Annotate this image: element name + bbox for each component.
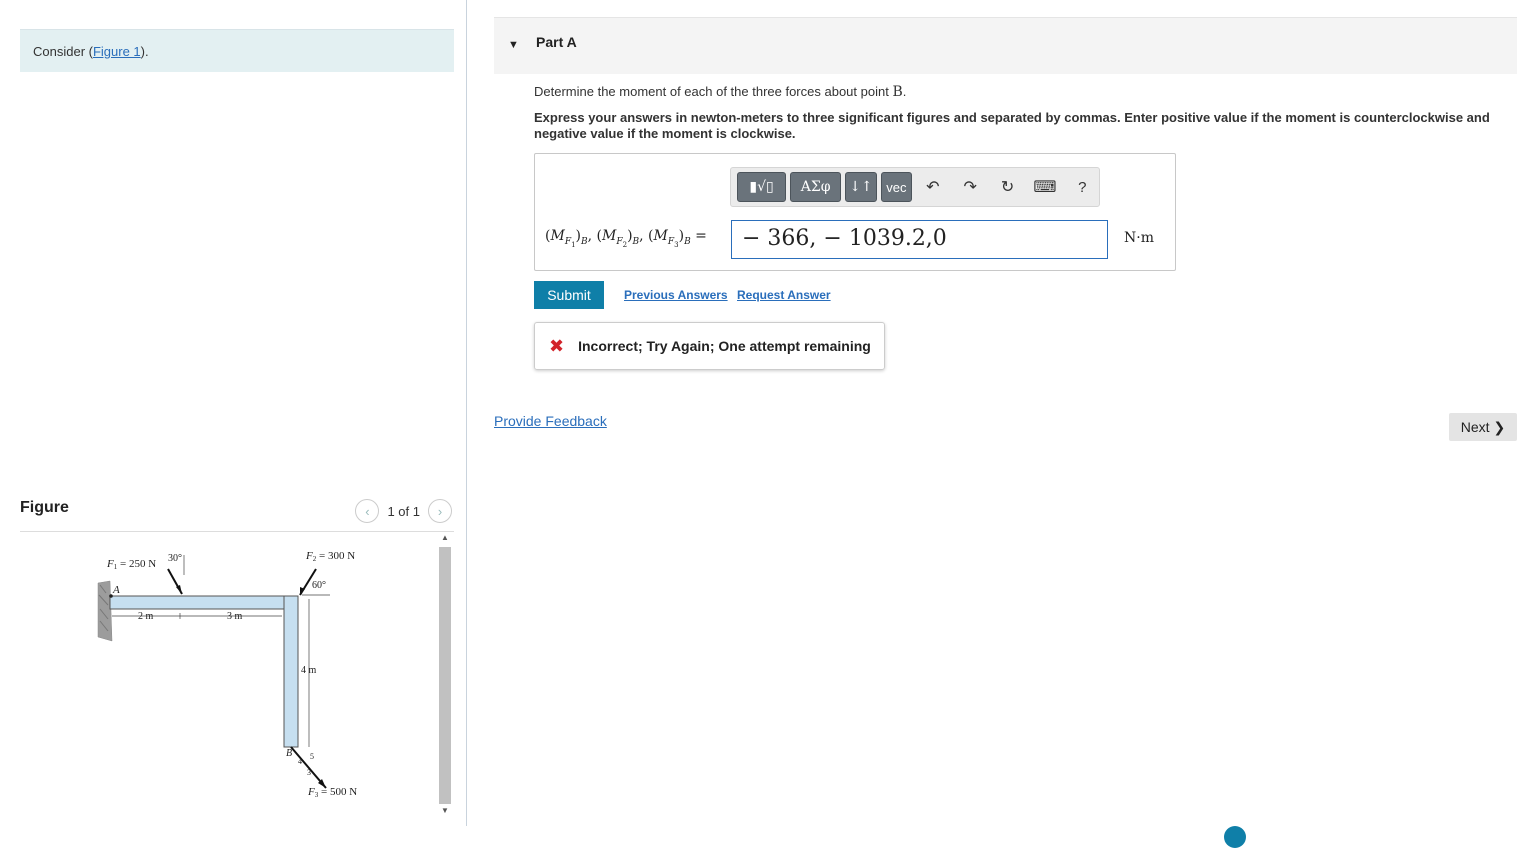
arrows-icon: ↓↑ xyxy=(849,179,873,195)
slope-5: 5 xyxy=(310,752,314,761)
slope-3: 3 xyxy=(307,768,311,777)
keyboard-icon[interactable]: ⌨ xyxy=(1028,172,1061,202)
question-instructions: Express your answers in newton-meters to… xyxy=(534,110,1490,141)
chevron-right-icon: › xyxy=(437,503,443,519)
feedback-text: Incorrect; Try Again; One attempt remain… xyxy=(578,338,871,354)
prev-figure-button[interactable]: ‹ xyxy=(355,499,380,523)
f2-label: F2 = 300 N xyxy=(305,550,355,563)
arrows-button[interactable]: ↓↑ xyxy=(845,172,877,202)
error-x-icon: ✖ xyxy=(549,335,565,356)
math-toolbar: ▮√▯ ΑΣφ ↓↑ vec ↶ ↷ ↻ ⌨ ? xyxy=(730,167,1100,207)
vertical-member xyxy=(283,595,299,748)
question-line1: Determine the moment of each of the thre… xyxy=(534,84,893,99)
figure-header: Figure ‹ 1 of 1 › xyxy=(20,497,454,532)
left-pane: Consider (Figure 1). Figure ‹ 1 of 1 › A… xyxy=(0,0,467,826)
scroll-up-icon[interactable]: ▲ xyxy=(439,533,451,545)
pearson-logo-icon xyxy=(1224,826,1246,848)
part-header[interactable]: ▼ Part A xyxy=(494,17,1517,74)
horizontal-member xyxy=(109,595,299,610)
question-point: B xyxy=(892,84,903,100)
f1-angle: 30° xyxy=(168,553,182,564)
figure-image: A B F1 = 250 N 30° F2 = 300 N 60° F3 = 5… xyxy=(20,533,454,823)
figure-link[interactable]: Figure 1 xyxy=(93,44,141,59)
scroll-down-icon[interactable]: ▼ xyxy=(439,806,451,818)
redo-icon[interactable]: ↷ xyxy=(953,172,986,202)
consider-box: Consider (Figure 1). xyxy=(20,29,454,72)
f1-label: F1 = 250 N xyxy=(106,558,156,571)
chevron-right-icon: ❯ xyxy=(1493,418,1506,435)
scroll-thumb[interactable] xyxy=(439,547,451,804)
question-text: Determine the moment of each of the thre… xyxy=(534,84,1514,142)
request-answer-link[interactable]: Request Answer xyxy=(737,288,831,302)
figure-title: Figure xyxy=(20,499,69,516)
templates-icon: ▮√▯ xyxy=(749,179,774,195)
chevron-left-icon: ‹ xyxy=(365,503,370,519)
answer-input[interactable]: − 366, − 1039.2,0 xyxy=(731,220,1108,259)
undo-icon[interactable]: ↶ xyxy=(916,172,949,202)
part-title: Part A xyxy=(536,34,577,50)
greek-icon: ΑΣφ xyxy=(800,179,831,195)
f3-label: F3 = 500 N xyxy=(307,786,357,799)
right-pane: ▼ Part A Determine the moment of each of… xyxy=(494,0,1524,848)
reset-icon[interactable]: ↻ xyxy=(991,172,1024,202)
vec-label: vec xyxy=(886,179,907,195)
consider-prefix: Consider ( xyxy=(33,44,93,59)
collapse-caret-icon[interactable]: ▼ xyxy=(508,39,519,51)
consider-suffix: ). xyxy=(140,44,149,59)
frame-diagram: A B F1 = 250 N 30° F2 = 300 N 60° F3 = 5… xyxy=(97,550,357,799)
unit-label: N·m xyxy=(1124,230,1154,246)
point-b-label: B xyxy=(286,748,292,759)
feedback-message: ✖ Incorrect; Try Again; One attempt rema… xyxy=(534,322,885,370)
next-label: Next xyxy=(1460,419,1490,435)
dim-2m: 2 m xyxy=(138,611,154,622)
figure-scrollbar[interactable]: ▲ ▼ xyxy=(437,533,453,818)
previous-answers-link[interactable]: Previous Answers xyxy=(624,288,728,302)
provide-feedback-link[interactable]: Provide Feedback xyxy=(494,413,607,429)
vec-button[interactable]: vec xyxy=(880,172,913,202)
greek-button[interactable]: ΑΣφ xyxy=(790,172,842,202)
help-icon[interactable]: ? xyxy=(1066,172,1099,202)
point-a-label: A xyxy=(112,584,120,596)
templates-button[interactable]: ▮√▯ xyxy=(737,172,787,202)
slope-4: 4 xyxy=(298,757,302,766)
answer-label: (MF1)B, (MF2)B, (MF3)B = xyxy=(545,228,707,249)
figure-pager: ‹ 1 of 1 › xyxy=(355,499,452,523)
question-line1-end: . xyxy=(902,84,907,99)
next-figure-button[interactable]: › xyxy=(428,499,452,523)
next-button[interactable]: Next ❯ xyxy=(1449,413,1517,441)
dim-3m: 3 m xyxy=(227,611,243,622)
wall-support xyxy=(97,580,113,642)
submit-button[interactable]: Submit xyxy=(534,281,604,309)
answer-box: ▮√▯ ΑΣφ ↓↑ vec ↶ ↷ ↻ ⌨ ? (MF1)B, (MF2)B,… xyxy=(534,153,1176,271)
f2-angle: 60° xyxy=(312,580,326,591)
figure-pager-label: 1 of 1 xyxy=(387,503,420,519)
dim-4m: 4 m xyxy=(301,665,317,676)
